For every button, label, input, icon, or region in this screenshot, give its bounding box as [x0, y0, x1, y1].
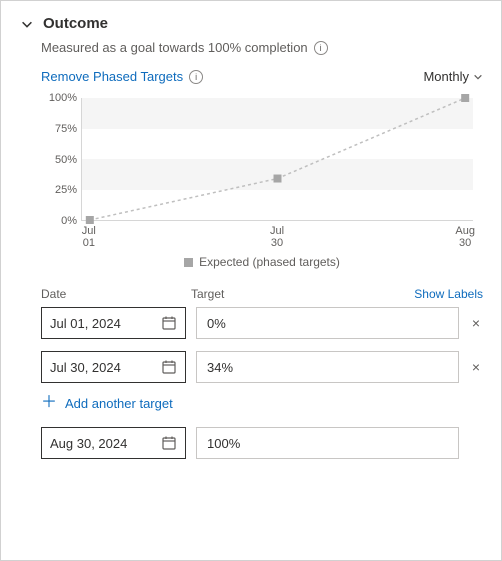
show-labels-link[interactable]: Show Labels	[414, 287, 483, 301]
date-value: Jul 30, 2024	[50, 360, 121, 375]
plot-area	[81, 98, 473, 221]
legend-label: Expected (phased targets)	[199, 255, 340, 269]
controls-row: Remove Phased Targets i Monthly	[41, 69, 483, 84]
y-tick: 75%	[41, 123, 77, 135]
chevron-down-icon[interactable]	[19, 16, 35, 32]
chart-legend: Expected (phased targets)	[41, 255, 483, 269]
x-tick: Aug 30	[455, 225, 475, 249]
legend-swatch	[184, 258, 193, 267]
info-icon[interactable]: i	[189, 70, 203, 84]
date-value: Aug 30, 2024	[50, 436, 127, 451]
date-value: Jul 01, 2024	[50, 316, 121, 331]
info-icon[interactable]: i	[314, 41, 328, 55]
add-target-label: Add another target	[65, 396, 173, 411]
subtitle-text: Measured as a goal towards 100% completi…	[41, 40, 308, 55]
target-row: Jul 01, 2024 0% ×	[41, 307, 483, 339]
col-target-header: Target	[191, 287, 414, 301]
y-tick: 100%	[41, 92, 77, 104]
chart-marker	[86, 216, 94, 224]
target-value: 34%	[207, 360, 233, 375]
target-field[interactable]: 34%	[196, 351, 459, 383]
interval-dropdown[interactable]: Monthly	[423, 69, 483, 84]
targets-header: Date Target Show Labels	[41, 287, 483, 301]
target-field[interactable]: 100%	[196, 427, 459, 459]
target-row-final: Aug 30, 2024 100% ×	[41, 427, 483, 459]
target-row: Jul 30, 2024 34% ×	[41, 351, 483, 383]
y-tick: 0%	[41, 215, 77, 227]
calendar-icon[interactable]	[161, 359, 177, 375]
target-value: 0%	[207, 316, 226, 331]
col-date-header: Date	[41, 287, 191, 301]
calendar-icon[interactable]	[161, 435, 177, 451]
date-field[interactable]: Jul 30, 2024	[41, 351, 186, 383]
chart-marker	[461, 94, 469, 102]
plus-icon: ＋	[41, 395, 57, 411]
x-tick: Jul 01	[82, 225, 96, 249]
date-field[interactable]: Jul 01, 2024	[41, 307, 186, 339]
add-target-button[interactable]: ＋ Add another target	[41, 395, 483, 411]
remove-row-button[interactable]: ×	[469, 359, 483, 375]
target-value: 100%	[207, 436, 240, 451]
remove-phased-targets-link[interactable]: Remove Phased Targets	[41, 69, 183, 84]
chart-marker	[274, 175, 282, 183]
section-title: Outcome	[43, 15, 108, 32]
date-field[interactable]: Aug 30, 2024	[41, 427, 186, 459]
target-field[interactable]: 0%	[196, 307, 459, 339]
calendar-icon[interactable]	[161, 315, 177, 331]
y-tick: 25%	[41, 184, 77, 196]
section-header: Outcome	[19, 15, 483, 32]
y-tick: 50%	[41, 154, 77, 166]
phased-targets-chart: 100% 75% 50% 25% 0% Jul 01 Jul 30 Aug 30	[41, 94, 483, 249]
section-subtitle: Measured as a goal towards 100% completi…	[41, 40, 483, 55]
interval-label: Monthly	[423, 69, 469, 84]
remove-row-button[interactable]: ×	[469, 315, 483, 331]
x-tick: Jul 30	[270, 225, 284, 249]
